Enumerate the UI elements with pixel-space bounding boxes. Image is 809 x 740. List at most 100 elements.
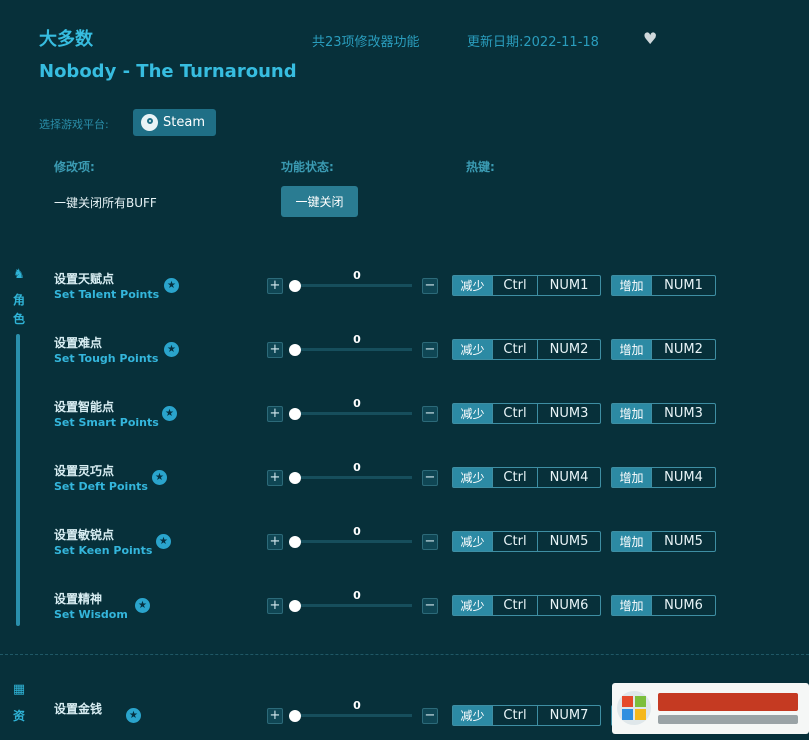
one-key-off-button[interactable]: 一键关闭 — [281, 186, 358, 217]
increase-hotkey-label: 增加 — [612, 468, 651, 487]
hotkey-key: NUM5 — [651, 532, 715, 551]
feature-count: 共23项修改器功能 — [312, 35, 420, 50]
modifier-name-cn: 设置灵巧点 — [54, 464, 115, 478]
decrease-hotkey[interactable]: 减少 Ctrl NUM7 — [452, 705, 601, 726]
hotkey-key: NUM2 — [537, 340, 600, 359]
resources-icon: ▦ — [12, 682, 26, 697]
increase-button[interactable]: + — [267, 470, 283, 486]
favorite-star-icon[interactable]: ★ — [164, 278, 179, 293]
slider-track[interactable] — [295, 412, 412, 415]
hotkey-key: Ctrl — [492, 706, 537, 725]
increase-hotkey-label: 增加 — [612, 404, 651, 423]
hotkey-key: Ctrl — [492, 532, 537, 551]
game-title: Nobody - The Turnaround — [39, 61, 297, 82]
favorite-star-icon[interactable]: ★ — [126, 708, 141, 723]
section-character-char-2: 色 — [12, 312, 25, 326]
modifier-name-en: Set Keen Points — [54, 544, 153, 557]
modifier-row: 设置难点 Set Tough Points ★ + 0 − 减少 Ctrl NU… — [0, 333, 809, 374]
increase-hotkey[interactable]: 增加 NUM6 — [611, 595, 716, 616]
slider-knob[interactable] — [289, 344, 301, 356]
platform-label: 选择游戏平台: — [39, 118, 109, 131]
decrease-hotkey[interactable]: 减少 Ctrl NUM3 — [452, 403, 601, 424]
decrease-hotkey[interactable]: 减少 Ctrl NUM1 — [452, 275, 601, 296]
slider-value: 0 — [353, 397, 361, 410]
hotkey-key: NUM3 — [651, 404, 715, 423]
decrease-button[interactable]: − — [422, 342, 438, 358]
favorite-star-icon[interactable]: ★ — [152, 470, 167, 485]
increase-hotkey[interactable]: 增加 NUM4 — [611, 467, 716, 488]
increase-button[interactable]: + — [267, 278, 283, 294]
decrease-hotkey-label: 减少 — [453, 532, 492, 551]
decrease-hotkey[interactable]: 减少 Ctrl NUM2 — [452, 339, 601, 360]
steam-button-label: Steam — [163, 115, 205, 130]
increase-hotkey[interactable]: 增加 NUM2 — [611, 339, 716, 360]
increase-button[interactable]: + — [267, 342, 283, 358]
slider-value: 0 — [353, 333, 361, 346]
slider-track[interactable] — [295, 284, 412, 287]
slider-track[interactable] — [295, 348, 412, 351]
increase-button[interactable]: + — [267, 598, 283, 614]
modifier-row: 设置敏锐点 Set Keen Points ★ + 0 − 减少 Ctrl NU… — [0, 525, 809, 566]
heart-icon[interactable]: ♥ — [643, 31, 661, 47]
slider-track[interactable] — [295, 540, 412, 543]
increase-button[interactable]: + — [267, 708, 283, 724]
slider-knob[interactable] — [289, 280, 301, 292]
slider-value: 0 — [353, 461, 361, 474]
slider-track[interactable] — [295, 714, 412, 717]
increase-hotkey[interactable]: 增加 NUM3 — [611, 403, 716, 424]
increase-hotkey[interactable]: 增加 NUM5 — [611, 531, 716, 552]
modifier-name-cn: 设置难点 — [54, 336, 103, 350]
decrease-button[interactable]: − — [422, 406, 438, 422]
column-hotkey: 热键: — [466, 160, 495, 174]
decrease-hotkey[interactable]: 减少 Ctrl NUM4 — [452, 467, 601, 488]
decrease-hotkey[interactable]: 减少 Ctrl NUM6 — [452, 595, 601, 616]
decrease-hotkey-label: 减少 — [453, 404, 492, 423]
hotkey-key: NUM7 — [537, 706, 600, 725]
column-status: 功能状态: — [281, 160, 334, 174]
hotkey-key: Ctrl — [492, 340, 537, 359]
watermark-logo — [612, 683, 809, 734]
modifier-row: 设置天赋点 Set Talent Points ★ + 0 − 减少 Ctrl … — [0, 269, 809, 310]
hotkey-key: NUM6 — [537, 596, 600, 615]
slider-knob[interactable] — [289, 472, 301, 484]
hotkey-key: NUM4 — [651, 468, 715, 487]
increase-hotkey-label: 增加 — [612, 596, 651, 615]
slider-track[interactable] — [295, 604, 412, 607]
hotkey-key: NUM2 — [651, 340, 715, 359]
hotkey-key: NUM5 — [537, 532, 600, 551]
steam-platform-button[interactable]: Steam — [133, 109, 216, 136]
slider-value: 0 — [353, 699, 361, 712]
modifier-name-cn: 设置天赋点 — [54, 272, 115, 286]
hotkey-key: NUM4 — [537, 468, 600, 487]
favorite-star-icon[interactable]: ★ — [156, 534, 171, 549]
one-key-label: 一键关闭所有BUFF — [54, 196, 157, 210]
slider-value: 0 — [353, 589, 361, 602]
increase-button[interactable]: + — [267, 406, 283, 422]
favorite-star-icon[interactable]: ★ — [135, 598, 150, 613]
increase-button[interactable]: + — [267, 534, 283, 550]
decrease-button[interactable]: − — [422, 598, 438, 614]
hotkey-key: Ctrl — [492, 468, 537, 487]
increase-hotkey[interactable]: 增加 NUM1 — [611, 275, 716, 296]
slider-track[interactable] — [295, 476, 412, 479]
decrease-button[interactable]: − — [422, 534, 438, 550]
favorite-star-icon[interactable]: ★ — [164, 342, 179, 357]
decrease-hotkey-label: 减少 — [453, 596, 492, 615]
decrease-button[interactable]: − — [422, 708, 438, 724]
slider-knob[interactable] — [289, 408, 301, 420]
update-date: 更新日期:2022-11-18 — [467, 35, 599, 50]
favorite-star-icon[interactable]: ★ — [162, 406, 177, 421]
modifier-row: 设置灵巧点 Set Deft Points ★ + 0 − 减少 Ctrl NU… — [0, 461, 809, 502]
slider-knob[interactable] — [289, 710, 301, 722]
decrease-hotkey[interactable]: 减少 Ctrl NUM5 — [452, 531, 601, 552]
slider-knob[interactable] — [289, 536, 301, 548]
steam-icon — [141, 114, 158, 131]
decrease-button[interactable]: − — [422, 470, 438, 486]
slider-knob[interactable] — [289, 600, 301, 612]
column-modifier: 修改项: — [54, 160, 95, 174]
slider-value: 0 — [353, 525, 361, 538]
win7-logo-icon — [617, 691, 798, 725]
hotkey-key: NUM3 — [537, 404, 600, 423]
decrease-button[interactable]: − — [422, 278, 438, 294]
increase-hotkey-label: 增加 — [612, 276, 651, 295]
